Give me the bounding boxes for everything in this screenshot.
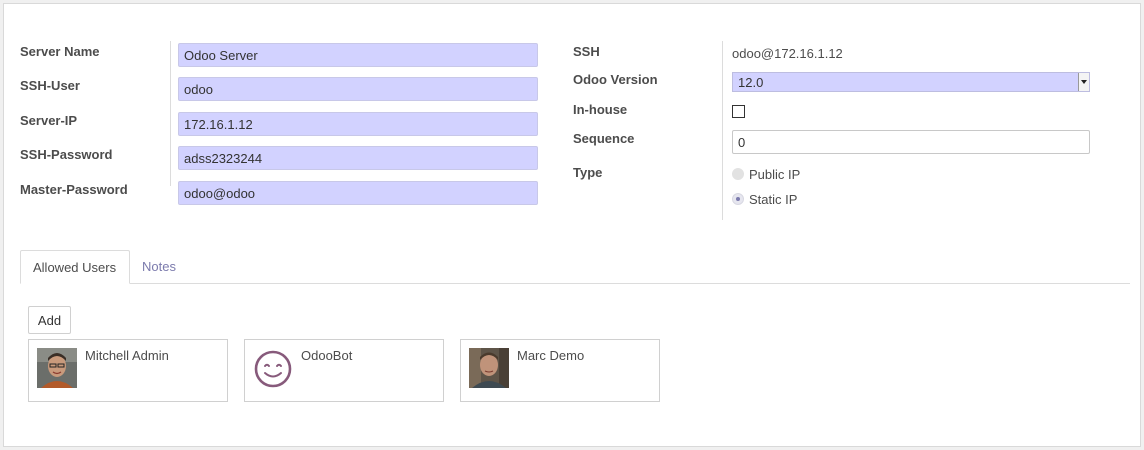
server-ip-input[interactable]: 172.16.1.12 bbox=[178, 112, 538, 136]
in-house-label: In-house bbox=[573, 102, 628, 117]
ssh-password-input[interactable]: adss2323244 bbox=[178, 146, 538, 170]
tab-allowed-users[interactable]: Allowed Users bbox=[20, 250, 130, 284]
ssh-label: SSH bbox=[573, 44, 600, 59]
static-ip-radio[interactable] bbox=[732, 193, 744, 205]
public-ip-radio[interactable] bbox=[732, 168, 744, 180]
user-card-mitchell-admin[interactable]: Mitchell Admin bbox=[28, 339, 228, 402]
chevron-down-icon[interactable] bbox=[1078, 73, 1089, 91]
odoo-version-select[interactable]: 12.0 bbox=[732, 72, 1090, 92]
static-ip-label: Static IP bbox=[749, 192, 798, 207]
ssh-value: odoo@172.16.1.12 bbox=[732, 46, 843, 61]
odoobot-smiley-icon bbox=[254, 350, 292, 388]
user-name: OdooBot bbox=[301, 348, 353, 363]
sequence-input[interactable]: 0 bbox=[732, 130, 1090, 154]
master-password-label: Master-Password bbox=[20, 182, 128, 197]
add-user-button[interactable]: Add bbox=[28, 306, 71, 334]
ssh-password-label: SSH-Password bbox=[20, 147, 113, 162]
type-label: Type bbox=[573, 165, 603, 180]
person-photo-icon bbox=[469, 348, 509, 388]
server-name-input[interactable]: Odoo Server bbox=[178, 43, 538, 67]
user-name: Marc Demo bbox=[517, 348, 585, 363]
user-name: Mitchell Admin bbox=[85, 348, 169, 363]
odoo-version-label: Odoo Version bbox=[573, 72, 658, 87]
left-column-divider bbox=[170, 41, 171, 186]
master-password-input[interactable]: odoo@odoo bbox=[178, 181, 538, 205]
person-photo-icon bbox=[37, 348, 77, 388]
form-sheet: Server Name Odoo Server SSH-User odoo Se… bbox=[3, 3, 1141, 447]
in-house-checkbox[interactable] bbox=[732, 105, 745, 118]
ssh-user-input[interactable]: odoo bbox=[178, 77, 538, 101]
server-ip-label: Server-IP bbox=[20, 113, 78, 128]
server-name-label: Server Name bbox=[20, 44, 100, 59]
right-column-divider bbox=[722, 41, 723, 220]
tab-notes[interactable]: Notes bbox=[130, 250, 188, 284]
odoo-version-value: 12.0 bbox=[738, 75, 764, 90]
public-ip-label: Public IP bbox=[749, 167, 801, 182]
ssh-user-label: SSH-User bbox=[20, 78, 80, 93]
user-card-marc-demo[interactable]: Marc Demo bbox=[460, 339, 660, 402]
user-card-odoobot[interactable]: OdooBot bbox=[244, 339, 444, 402]
sequence-label: Sequence bbox=[573, 131, 635, 146]
